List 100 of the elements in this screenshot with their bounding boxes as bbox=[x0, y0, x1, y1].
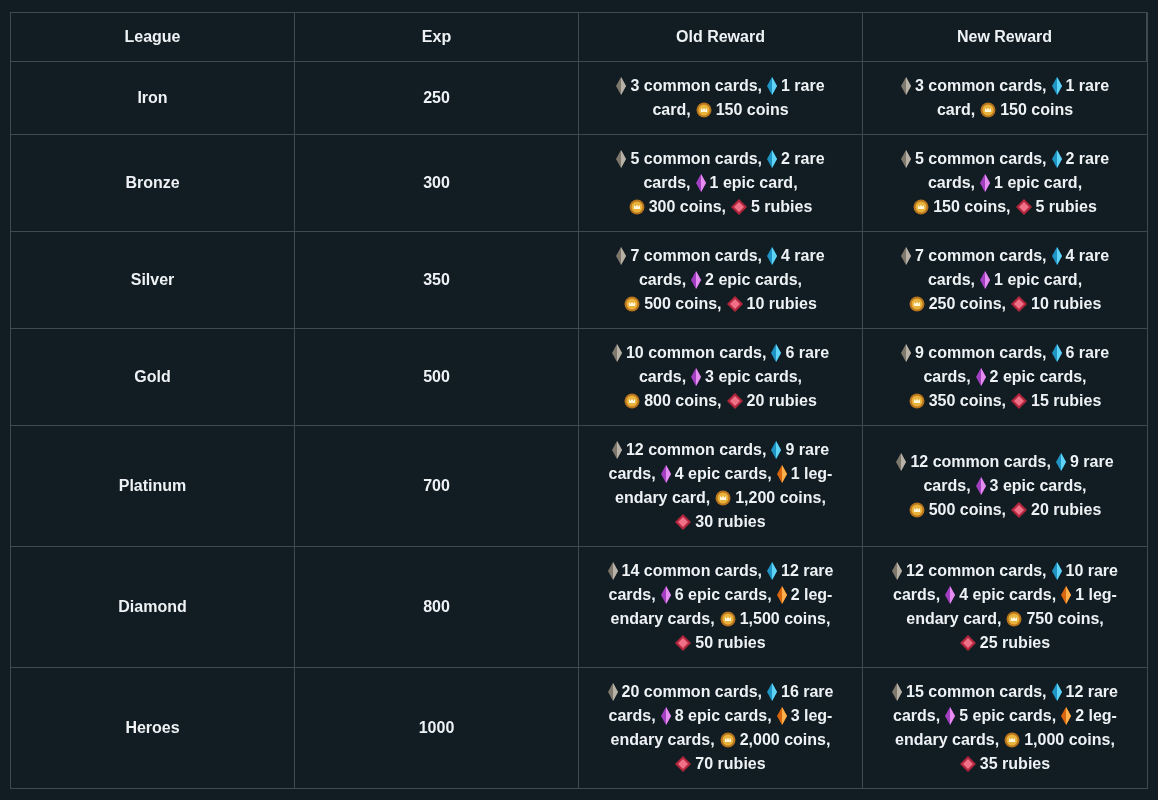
coin-icon bbox=[980, 102, 997, 118]
reward-text: 5 epic cards, bbox=[959, 706, 1057, 726]
crystal-icon bbox=[1061, 586, 1072, 604]
crystal-icon bbox=[611, 441, 622, 459]
coin-icon bbox=[908, 393, 925, 409]
crystal-icon bbox=[892, 683, 902, 701]
reward-text: cards, bbox=[608, 585, 656, 605]
reward-text: 20 common cards, bbox=[621, 682, 762, 702]
crystal-icon bbox=[1051, 683, 1062, 701]
crystal-icon bbox=[776, 586, 787, 604]
ruby-icon bbox=[675, 514, 692, 530]
column-header: Old Reward bbox=[676, 27, 765, 47]
crystal-icon bbox=[607, 683, 618, 701]
reward-text: 500 coins, bbox=[928, 500, 1007, 520]
reward-text: cards, bbox=[893, 706, 941, 726]
reward-text: 6 rare bbox=[1065, 343, 1110, 363]
reward-text: 1 rare bbox=[781, 76, 825, 96]
crystal-icon bbox=[900, 247, 911, 265]
coin-icon bbox=[624, 393, 641, 409]
coin-icon bbox=[908, 502, 925, 518]
reward-text: 1 epic card, bbox=[709, 173, 798, 193]
reward-text: endary card, bbox=[906, 609, 1002, 629]
ruby-icon bbox=[726, 393, 743, 409]
crystal-icon bbox=[1055, 453, 1066, 471]
reward-text: 12 common cards, bbox=[625, 440, 767, 460]
reward-text: 150 coins bbox=[715, 100, 789, 120]
reward-text: cards, bbox=[638, 270, 687, 290]
crystal-icon bbox=[691, 271, 702, 289]
league-name: Heroes bbox=[125, 718, 180, 738]
reward-text: 500 coins, bbox=[644, 294, 722, 314]
reward-text: 6 rare bbox=[785, 343, 830, 363]
reward-text: cards, bbox=[923, 476, 971, 496]
reward-text: 750 coins, bbox=[1026, 609, 1104, 629]
reward-text: 150 coins bbox=[1000, 100, 1074, 120]
reward-text: 2 epic cards, bbox=[989, 367, 1087, 387]
exp-value: 250 bbox=[423, 88, 450, 108]
coin-icon bbox=[908, 296, 925, 312]
crystal-icon bbox=[660, 586, 671, 604]
reward-text: 4 epic cards, bbox=[674, 464, 772, 484]
reward-text: 12 common cards, bbox=[910, 452, 1051, 472]
crystal-icon bbox=[896, 453, 907, 471]
column-header: League bbox=[124, 27, 181, 47]
reward-text: cards, bbox=[927, 173, 976, 193]
ruby-icon bbox=[1011, 296, 1028, 312]
column-header: New Reward bbox=[956, 27, 1053, 47]
crystal-icon bbox=[767, 562, 777, 580]
crystal-icon bbox=[776, 707, 787, 725]
crystal-icon bbox=[611, 344, 622, 362]
crystal-icon bbox=[695, 174, 706, 192]
crystal-icon bbox=[767, 683, 777, 701]
reward-text: 1,000 coins, bbox=[1024, 730, 1115, 750]
reward-text: 12 rare bbox=[781, 561, 834, 581]
exp-value: 500 bbox=[423, 367, 450, 387]
reward-text: 5 rubies bbox=[1035, 197, 1097, 217]
crystal-icon bbox=[607, 562, 618, 580]
reward-text: card, bbox=[652, 100, 691, 120]
reward-text: 9 common cards, bbox=[914, 343, 1047, 363]
ruby-icon bbox=[1015, 199, 1032, 215]
exp-value: 300 bbox=[423, 173, 450, 193]
reward-text: 4 epic cards, bbox=[959, 585, 1057, 605]
exp-value: 1000 bbox=[418, 718, 455, 738]
reward-text: 3 common cards, bbox=[914, 76, 1047, 96]
league-name: Gold bbox=[134, 367, 171, 387]
crystal-icon bbox=[980, 174, 991, 192]
crystal-icon bbox=[892, 562, 902, 580]
coin-icon bbox=[1004, 732, 1021, 748]
reward-text: 12 rare bbox=[1065, 682, 1118, 702]
reward-text: 16 rare bbox=[781, 682, 834, 702]
column-header: Exp bbox=[421, 27, 452, 47]
reward-text: 20 rubies bbox=[746, 391, 817, 411]
league-name: Iron bbox=[137, 88, 168, 108]
reward-text: endary cards, bbox=[610, 609, 715, 629]
crystal-icon bbox=[616, 247, 627, 265]
reward-text: 3 leg- bbox=[790, 706, 833, 726]
reward-text: 300 coins, bbox=[648, 197, 726, 217]
crystal-icon bbox=[945, 707, 956, 725]
reward-text: cards, bbox=[608, 706, 656, 726]
reward-text: 14 common cards, bbox=[621, 561, 762, 581]
ruby-icon bbox=[1011, 502, 1028, 518]
reward-text: 10 rubies bbox=[746, 294, 817, 314]
coin-icon bbox=[695, 102, 712, 118]
reward-text: 30 rubies bbox=[695, 512, 766, 532]
crystal-icon bbox=[900, 77, 911, 95]
reward-text: 4 rare bbox=[1065, 246, 1110, 266]
reward-text: 6 epic cards, bbox=[674, 585, 772, 605]
reward-text: 15 rubies bbox=[1031, 391, 1102, 411]
exp-value: 700 bbox=[423, 476, 450, 496]
league-name: Diamond bbox=[118, 597, 187, 617]
ruby-icon bbox=[959, 635, 976, 651]
ruby-icon bbox=[675, 756, 692, 772]
crystal-icon bbox=[776, 465, 787, 483]
reward-text: 2 rare bbox=[1065, 149, 1110, 169]
coin-icon bbox=[913, 199, 930, 215]
reward-text: 35 rubies bbox=[979, 754, 1051, 774]
crystal-icon bbox=[660, 707, 671, 725]
reward-text: 10 rare bbox=[1065, 561, 1118, 581]
crystal-icon bbox=[660, 465, 671, 483]
reward-text: 20 rubies bbox=[1031, 500, 1102, 520]
reward-text: 3 common cards, bbox=[630, 76, 762, 96]
crystal-icon bbox=[691, 368, 702, 386]
